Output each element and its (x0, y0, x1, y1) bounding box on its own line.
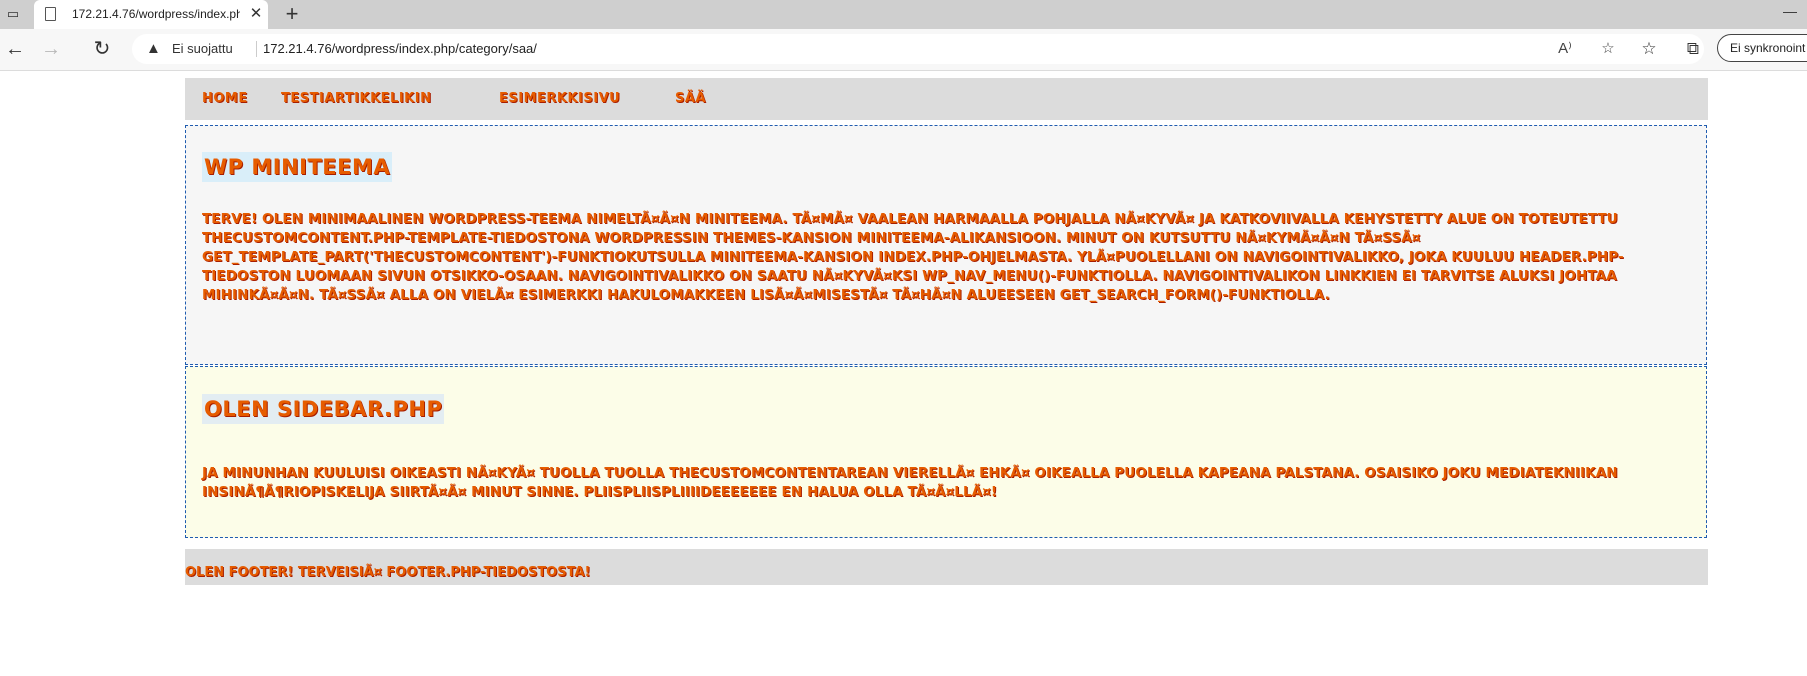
tab-title: 172.21.4.76/wordpress/index.php/category… (72, 7, 240, 21)
read-aloud-icon[interactable]: A⁾ (1554, 38, 1576, 60)
minimize-window-button[interactable]: — (1778, 3, 1802, 23)
security-status-text[interactable]: Ei suojattu (172, 41, 233, 56)
web-page: HOME TESTIARTIKKELIKIN ESIMERKKISIVU SÄÄ… (0, 71, 1807, 676)
main-content: WP MINITEEMA TERVE! OLEN MINIMAALINEN WO… (185, 125, 1707, 365)
sidebar-body-text: JA MINUNHAN KUULUISI OIKEASTI NÃ¤KYÃ¤ TU… (202, 465, 1618, 500)
tab-actions-icon[interactable]: ▭ (4, 6, 22, 22)
new-tab-button[interactable]: + (280, 2, 304, 26)
warning-icon: ▲ (146, 40, 161, 57)
main-title: WP MINITEEMA (202, 152, 393, 182)
address-bar[interactable]: ▲ Ei suojattu 172.21.4.76/wordpress/inde… (132, 34, 1704, 64)
profile-sync-button[interactable]: Ei synkronoint (1717, 34, 1807, 62)
url-text[interactable]: 172.21.4.76/wordpress/index.php/category… (263, 41, 537, 56)
tab-close-icon[interactable]: ✕ (248, 5, 264, 23)
site-navigation: HOME TESTIARTIKKELIKIN ESIMERKKISIVU SÄÄ (185, 78, 1708, 120)
sidebar-title: OLEN SIDEBAR.PHP (202, 394, 445, 424)
favorites-icon[interactable]: ☆ (1637, 37, 1661, 61)
browser-tab-bar: ▭ 172.21.4.76/wordpress/index.php/catego… (0, 0, 1807, 29)
sidebar: OLEN SIDEBAR.PHP JA MINUNHAN KUULUISI OI… (185, 366, 1707, 538)
forward-button[interactable]: → (38, 36, 64, 62)
main-body-text: TERVE! OLEN MINIMAALINEN WORDPRESS-TEEMA… (202, 211, 1624, 303)
browser-tab-active[interactable]: 172.21.4.76/wordpress/index.php/category… (34, 0, 268, 29)
footer-text: OLEN FOOTER! TERVEISIÃ¤ FOOTER.PHP-TIEDO… (185, 565, 591, 580)
back-button[interactable]: ← (2, 36, 28, 62)
site-footer: OLEN FOOTER! TERVEISIÃ¤ FOOTER.PHP-TIEDO… (185, 549, 1708, 585)
document-icon (45, 7, 56, 21)
add-favorite-icon[interactable]: ☆ (1597, 38, 1619, 60)
collections-icon[interactable]: ⧉ (1681, 37, 1705, 61)
nav-item-home[interactable]: HOME (202, 91, 248, 106)
reload-button[interactable]: ↻ (89, 36, 115, 62)
browser-toolbar: ← → ↻ ▲ Ei suojattu 172.21.4.76/wordpres… (0, 29, 1807, 71)
nav-item-esimerkkisivu[interactable]: ESIMERKKISIVU (499, 91, 620, 106)
nav-item-testiartikkelikin[interactable]: TESTIARTIKKELIKIN (281, 91, 431, 106)
address-divider (256, 41, 257, 57)
nav-item-saa[interactable]: SÄÄ (675, 91, 706, 106)
